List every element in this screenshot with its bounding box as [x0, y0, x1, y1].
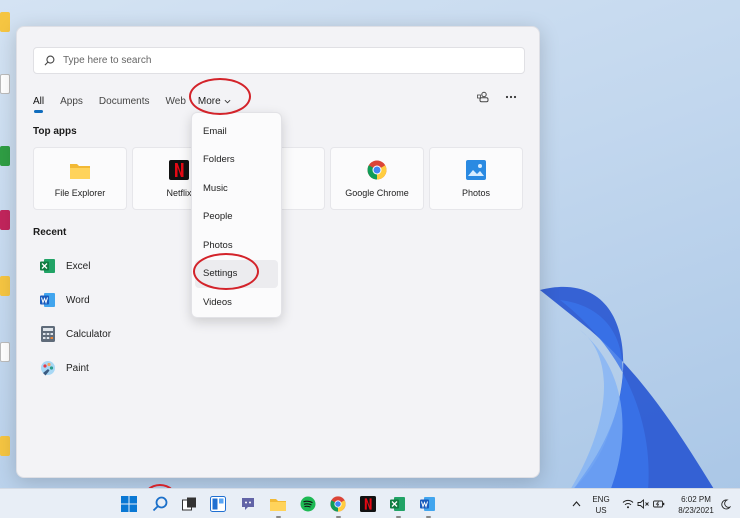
taskbar-spotify[interactable] [298, 494, 318, 514]
search-input[interactable] [63, 55, 503, 66]
app-label: Photos [461, 188, 491, 198]
folder-icon [270, 498, 286, 511]
excel-icon [40, 259, 55, 273]
chrome-icon [330, 496, 346, 512]
tab-web[interactable]: Web [166, 96, 186, 107]
search-icon [152, 496, 168, 512]
moon-icon [720, 499, 731, 509]
search-tabs: All Apps Documents Web More [33, 91, 247, 113]
widgets-icon [210, 496, 226, 512]
recent-item-label: Word [66, 294, 90, 306]
menu-item-photos[interactable]: Photos [195, 231, 278, 260]
tab-documents[interactable]: Documents [99, 96, 150, 107]
app-label: Netflix [166, 188, 192, 198]
task-view-icon [181, 497, 196, 511]
chrome-icon [367, 160, 387, 180]
recent-heading: Recent [33, 227, 67, 238]
desktop-folder-icon[interactable] [0, 276, 10, 296]
app-card-google-chrome[interactable]: Google Chrome [330, 147, 424, 210]
app-label: File Explorer [54, 188, 106, 198]
clock-time: 6:02 PM [681, 495, 711, 504]
tab-more-label: More [197, 95, 221, 107]
netflix-icon [360, 496, 376, 512]
task-view-button[interactable] [179, 494, 199, 514]
photos-icon [466, 160, 486, 180]
teams-chat-icon [242, 498, 254, 510]
recent-item-label: Paint [66, 362, 89, 374]
tab-apps[interactable]: Apps [60, 96, 83, 107]
show-hidden-icons-button[interactable] [566, 494, 586, 514]
menu-item-music[interactable]: Music [195, 174, 278, 203]
taskbar-search-button[interactable] [150, 494, 170, 514]
wifi-icon [622, 499, 633, 509]
account-switch-icon[interactable] [477, 91, 489, 103]
menu-item-email[interactable]: Email [195, 117, 278, 146]
desktop-folder-icon[interactable] [0, 12, 10, 32]
top-apps-heading: Top apps [33, 126, 77, 137]
taskbar-file-explorer[interactable] [268, 494, 288, 518]
spotify-icon [300, 496, 316, 512]
windows-logo-icon [121, 496, 137, 512]
app-label: Google Chrome [345, 188, 409, 198]
recent-item-excel[interactable]: Excel [39, 249, 111, 283]
chat-button[interactable] [238, 494, 258, 514]
tab-more[interactable]: More [198, 96, 231, 107]
language-code: ENG [592, 495, 610, 504]
desktop-icons [0, 0, 16, 480]
recent-item-word[interactable]: Word [39, 283, 111, 317]
calculator-icon [41, 326, 55, 342]
desktop-folder-icon[interactable] [0, 436, 10, 456]
tab-all[interactable]: All [33, 96, 44, 113]
clock-date: 8/23/2021 [678, 506, 714, 515]
chevron-down-icon [224, 99, 231, 103]
quick-settings-button[interactable] [616, 494, 670, 514]
app-card-file-explorer[interactable]: File Explorer [33, 147, 127, 210]
battery-charging-icon [652, 500, 664, 508]
chevron-up-icon [572, 501, 580, 507]
netflix-icon [169, 160, 189, 180]
desktop-file-icon[interactable] [0, 342, 10, 362]
word-icon [420, 497, 435, 511]
menu-item-settings[interactable]: Settings [195, 259, 278, 288]
taskbar-word[interactable] [418, 494, 438, 518]
recent-item-paint[interactable]: Paint [39, 351, 111, 385]
desktop-file-icon[interactable] [0, 74, 10, 94]
taskbar: ENG US 6:02 PM 8/23/2021 [0, 488, 740, 518]
recent-item-calculator[interactable]: Calculator [39, 317, 111, 351]
taskbar-netflix[interactable] [358, 494, 378, 514]
recent-item-label: Calculator [66, 328, 112, 340]
taskbar-excel[interactable] [388, 494, 408, 518]
focus-assist-button[interactable] [716, 494, 734, 514]
menu-item-folders[interactable]: Folders [195, 146, 278, 175]
word-icon [40, 293, 55, 307]
tab-tools [477, 91, 517, 103]
excel-icon [390, 497, 405, 511]
folder-icon [70, 163, 90, 179]
app-card-photos[interactable]: Photos [429, 147, 523, 210]
more-dropdown: Email Folders Music People Photos Settin… [191, 112, 282, 318]
keyboard-region: US [595, 506, 607, 515]
search-box[interactable] [33, 47, 525, 74]
recent-item-label: Excel [66, 260, 91, 272]
menu-item-videos[interactable]: Videos [195, 288, 278, 317]
clock[interactable]: 6:02 PM 8/23/2021 [672, 494, 720, 516]
desktop-app-icon[interactable] [0, 210, 10, 230]
more-options-icon[interactable] [505, 95, 517, 99]
taskbar-chrome[interactable] [328, 494, 348, 518]
volume-muted-icon [637, 499, 649, 509]
search-icon [44, 55, 55, 66]
start-button[interactable] [119, 494, 139, 514]
paint-icon [41, 361, 55, 376]
menu-item-people[interactable]: People [195, 203, 278, 232]
language-indicator[interactable]: ENG US [588, 494, 614, 516]
recent-list: Excel Word Calculator Paint [39, 249, 111, 385]
desktop-excel-icon[interactable] [0, 146, 10, 166]
widgets-button[interactable] [208, 494, 228, 514]
